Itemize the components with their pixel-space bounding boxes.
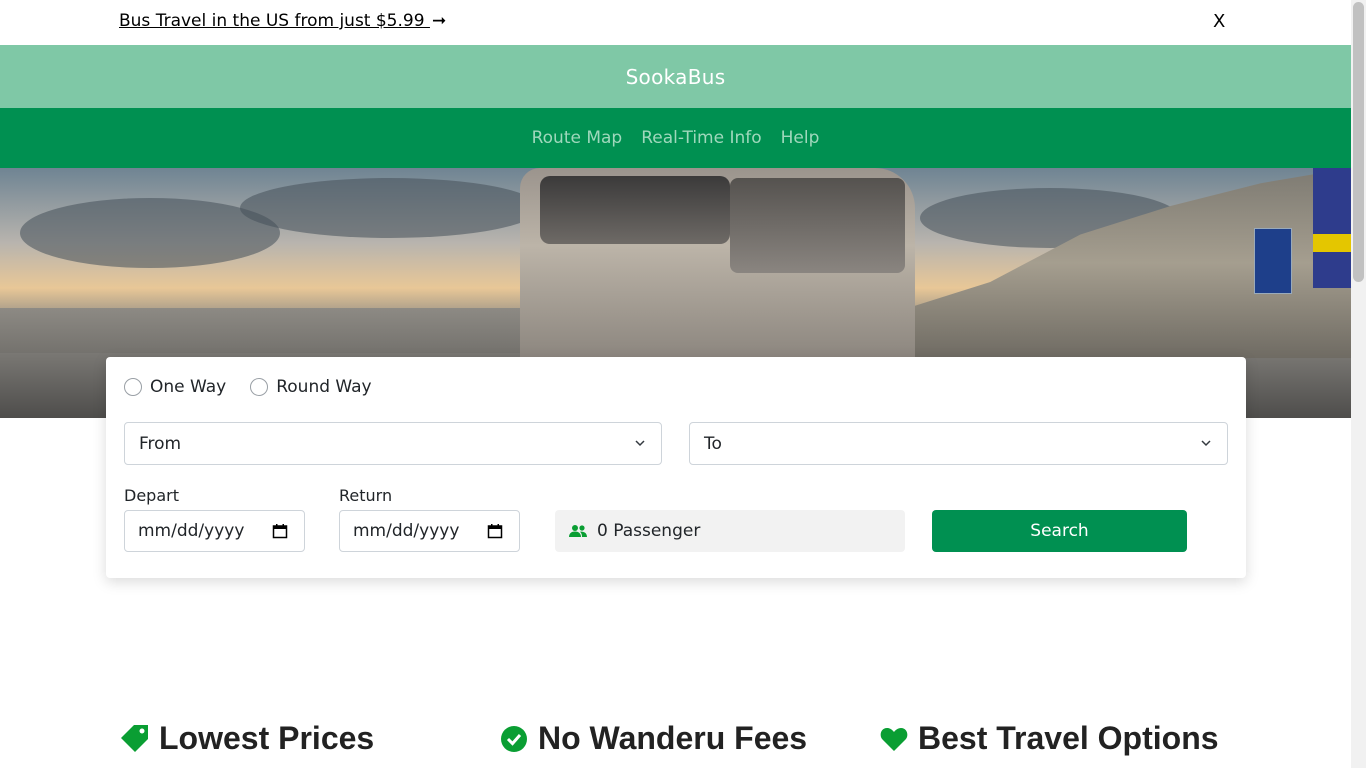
main-nav: Route Map Real-Time Info Help xyxy=(0,108,1351,168)
arrow-right-icon: ➞ xyxy=(431,11,447,31)
depart-label: Depart xyxy=(124,486,179,505)
feature-title: No Wanderu Fees xyxy=(538,720,808,756)
bus-rear-window xyxy=(540,176,730,244)
close-button[interactable]: X xyxy=(1213,11,1225,32)
feature-lowest-prices: Lowest Prices xyxy=(119,720,374,757)
check-circle-icon xyxy=(501,725,527,752)
promo-text: Bus Travel in the US from just $5.99 xyxy=(119,11,430,31)
nav-item-real-time-info[interactable]: Real-Time Info xyxy=(641,128,761,148)
return-date-input[interactable]: mm/dd/yyyy xyxy=(339,510,520,552)
brand-logo-text[interactable]: SookaBus xyxy=(626,65,726,89)
hero-cloud xyxy=(240,178,540,238)
promo-banner: Bus Travel in the US from just $5.99 ➞ X xyxy=(0,0,1351,45)
promo-link[interactable]: Bus Travel in the US from just $5.99 ➞ xyxy=(119,11,446,31)
depart-date-value: mm/dd/yyyy xyxy=(138,521,245,541)
hero-signpost xyxy=(1313,168,1351,288)
trip-type-group: One Way Round Way xyxy=(124,377,372,397)
to-select-value: To xyxy=(704,433,722,454)
return-date-value: mm/dd/yyyy xyxy=(353,521,460,541)
feature-title: Best Travel Options xyxy=(918,720,1219,756)
calendar-icon[interactable] xyxy=(487,523,503,539)
radio-round-way-label: Round Way xyxy=(276,377,372,397)
bus-side-windows xyxy=(730,178,905,273)
radio-circle[interactable] xyxy=(250,378,269,396)
nav-item-help[interactable]: Help xyxy=(781,128,820,148)
from-select[interactable]: From xyxy=(124,422,662,465)
radio-one-way[interactable]: One Way xyxy=(124,377,226,397)
users-icon xyxy=(569,525,587,537)
calendar-icon[interactable] xyxy=(272,523,288,539)
search-button[interactable]: Search xyxy=(932,510,1187,552)
search-card: One Way Round Way From To Depart Return … xyxy=(106,357,1246,578)
scrollbar[interactable] xyxy=(1351,0,1366,768)
passenger-count: 0 Passenger xyxy=(597,521,701,541)
to-select[interactable]: To xyxy=(689,422,1228,465)
nav-item-route-map[interactable]: Route Map xyxy=(532,128,623,148)
radio-one-way-label: One Way xyxy=(150,377,227,397)
chevron-down-icon xyxy=(1201,440,1211,447)
from-select-value: From xyxy=(139,433,182,454)
scrollbar-thumb[interactable] xyxy=(1353,2,1364,282)
feature-best-options: Best Travel Options xyxy=(880,720,1219,757)
feature-title: Lowest Prices xyxy=(159,720,375,756)
depart-date-input[interactable]: mm/dd/yyyy xyxy=(124,510,305,552)
feature-no-fees: No Wanderu Fees xyxy=(500,720,807,757)
radio-circle[interactable] xyxy=(124,378,142,396)
page: Bus Travel in the US from just $5.99 ➞ X… xyxy=(0,0,1351,768)
tag-icon xyxy=(121,724,148,752)
passenger-selector[interactable]: 0 Passenger xyxy=(555,510,905,552)
heart-icon xyxy=(880,727,908,751)
hero-bus xyxy=(520,168,915,363)
chevron-down-icon xyxy=(635,440,645,447)
brand-bar: SookaBus xyxy=(0,45,1351,108)
hero-road-sign xyxy=(1254,228,1292,294)
return-label: Return xyxy=(339,486,393,505)
radio-round-way[interactable]: Round Way xyxy=(250,377,372,397)
